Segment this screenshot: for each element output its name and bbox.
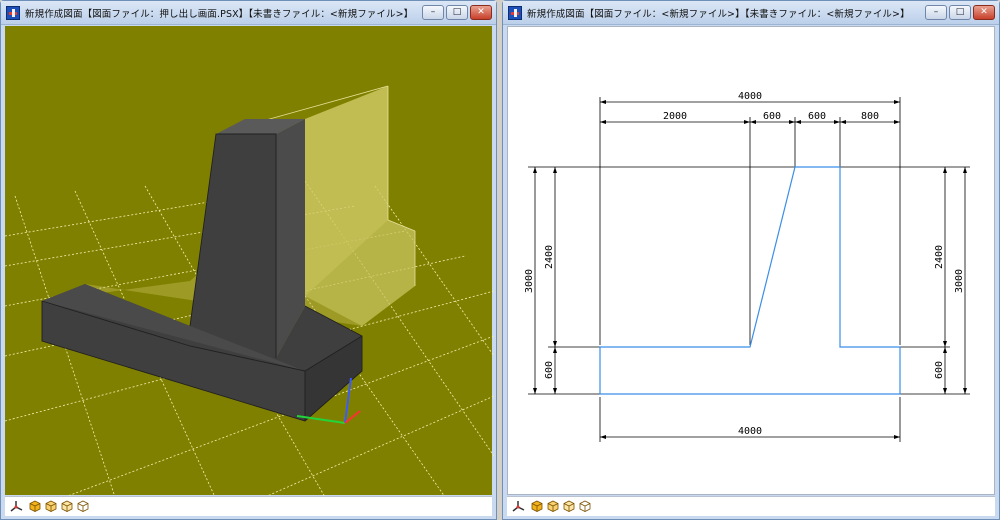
right-window-title: 新規作成図面【図面ファイル：<新規ファイル>】【未書きファイル：<新規ファイル>…	[527, 9, 910, 20]
cube-icon[interactable]	[579, 500, 591, 512]
left-window-title: 新規作成図面【図面ファイル：押し出し画面.PSX】【未書きファイル：<新規ファイ…	[25, 9, 414, 20]
right-titlebar[interactable]: 新規作成図面【図面ファイル：<新規ファイル>】【未書きファイル：<新規ファイル>…	[503, 1, 999, 25]
cube-icon[interactable]	[563, 500, 575, 512]
dim-right-upper: 2400	[934, 245, 945, 269]
dimension-labels: 4000 2000 600 600 800 4000 3000 2400 600…	[524, 91, 965, 437]
cube-icon[interactable]	[29, 500, 41, 512]
3d-scene[interactable]	[4, 26, 495, 498]
left-titlebar[interactable]: 新規作成図面【図面ファイル：押し出し画面.PSX】【未書きファイル：<新規ファイ…	[1, 1, 496, 25]
right-window: 新規作成図面【図面ファイル：<新規ファイル>】【未書きファイル：<新規ファイル>…	[502, 0, 1000, 520]
cube-icon[interactable]	[531, 500, 543, 512]
left-window: 新規作成図面【図面ファイル：押し出し画面.PSX】【未書きファイル：<新規ファイ…	[0, 0, 497, 520]
3d-viewport[interactable]	[4, 26, 495, 498]
close-button[interactable]: ✕	[973, 5, 995, 20]
dimension-lines	[528, 97, 970, 442]
app-icon[interactable]	[6, 6, 20, 20]
dim-top-seg4: 800	[861, 111, 879, 122]
dim-left-upper: 2400	[544, 245, 555, 269]
cube-icon[interactable]	[77, 500, 89, 512]
left-toolbar	[5, 496, 492, 516]
close-button[interactable]: ✕	[470, 5, 492, 20]
dim-left-overall: 3000	[524, 269, 535, 293]
dim-right-overall: 3000	[954, 269, 965, 293]
maximize-button[interactable]: □	[446, 5, 468, 20]
dim-top-seg3: 600	[808, 111, 826, 122]
dim-bottom-overall: 4000	[738, 426, 762, 437]
dim-top-overall: 4000	[738, 91, 762, 102]
cad-drawing[interactable]: 4000 2000 600 600 800 4000 3000 2400 600…	[508, 27, 996, 496]
drawing-viewport[interactable]: 4000 2000 600 600 800 4000 3000 2400 600…	[507, 26, 995, 495]
app-icon[interactable]	[508, 6, 522, 20]
dim-left-lower: 600	[544, 361, 555, 379]
dim-top-seg2: 600	[763, 111, 781, 122]
cube-icon[interactable]	[61, 500, 73, 512]
right-toolbar	[507, 496, 995, 516]
axis-icon[interactable]	[9, 500, 23, 514]
dim-top-seg1: 2000	[663, 111, 687, 122]
minimize-button[interactable]: –	[422, 5, 444, 20]
maximize-button[interactable]: □	[949, 5, 971, 20]
cube-icon[interactable]	[45, 500, 57, 512]
axis-icon[interactable]	[511, 500, 525, 514]
minimize-button[interactable]: –	[925, 5, 947, 20]
cube-icon[interactable]	[547, 500, 559, 512]
dim-right-lower: 600	[934, 361, 945, 379]
